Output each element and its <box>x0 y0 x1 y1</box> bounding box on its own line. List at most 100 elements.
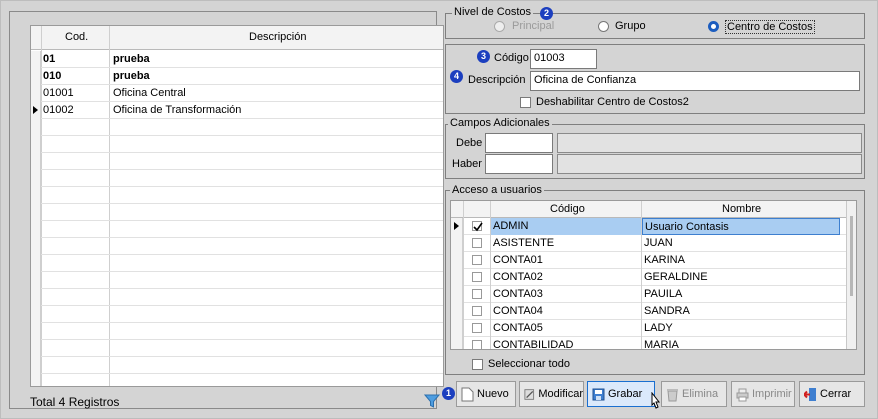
col-code-header[interactable]: Cod. <box>65 31 88 43</box>
cerrar-button[interactable]: Cerrar <box>799 381 865 407</box>
label-principal: Principal <box>512 20 555 32</box>
row-indicator <box>31 204 41 221</box>
haber-input[interactable] <box>485 154 553 174</box>
descripcion-input[interactable]: Oficina de Confianza <box>530 71 860 91</box>
col-user-name-header[interactable]: Nombre <box>722 203 761 215</box>
grid-empty-row[interactable] <box>31 357 443 374</box>
grid-empty-row[interactable] <box>31 289 443 306</box>
modificar-button[interactable]: Modificar <box>519 381 584 407</box>
cost-center-grid[interactable]: Cod. Descripción 01 prueba 010 prueba 01001 O… <box>30 25 444 387</box>
user-access-checkbox[interactable] <box>472 340 482 349</box>
check-icon <box>473 222 483 232</box>
deshabilitar-checkbox[interactable] <box>520 97 531 108</box>
row-indicator <box>31 374 41 386</box>
user-row-indicator <box>451 269 463 286</box>
user-row-indicator <box>451 303 463 320</box>
grid-row[interactable]: 01002 Oficina de Transformación <box>31 102 443 119</box>
elimina-button[interactable]: Elimina <box>661 381 727 407</box>
user-access-checkbox[interactable] <box>472 306 482 316</box>
grabar-label: Grabar <box>608 388 643 400</box>
user-code: ADMIN <box>491 218 641 235</box>
new-document-icon <box>461 387 474 401</box>
user-name: Usuario Contasis <box>642 218 840 235</box>
row-indicator <box>31 272 41 289</box>
user-row[interactable]: CONTA04 SANDRA <box>451 303 856 320</box>
users-grid[interactable]: Código Nombre ADMIN Usuario Contasis ASIST… <box>450 200 857 350</box>
grid-row[interactable]: 010 prueba <box>31 68 443 85</box>
users-grid-header: Código Nombre <box>451 201 856 218</box>
row-indicator <box>31 68 41 85</box>
campos-adicionales-title: Campos Adicionales <box>448 117 552 129</box>
grid-empty-row[interactable] <box>31 238 443 255</box>
user-access-checkbox[interactable] <box>472 255 482 265</box>
select-all-checkbox[interactable] <box>472 359 483 370</box>
user-row[interactable]: CONTA02 GERALDINE <box>451 269 856 286</box>
user-access-checkbox[interactable] <box>472 238 482 248</box>
user-row[interactable]: CONTA03 PAUILA <box>451 286 856 303</box>
filter-icon[interactable] <box>424 393 440 409</box>
grid-empty-row[interactable] <box>31 272 443 289</box>
user-row[interactable]: CONTA01 KARINA <box>451 252 856 269</box>
cost-center-list-panel: Cod. Descripción 01 prueba 010 prueba 01001 O… <box>9 11 444 409</box>
grid-header: Cod. Descripción <box>31 26 443 50</box>
window: Cod. Descripción 01 prueba 010 prueba 01001 O… <box>0 0 878 419</box>
grid-empty-row[interactable] <box>31 187 443 204</box>
step-3-badge: 3 <box>477 50 490 63</box>
col-user-code-header[interactable]: Código <box>550 203 585 215</box>
grid-empty-row[interactable] <box>31 323 443 340</box>
grid-row[interactable]: 01 prueba <box>31 51 443 68</box>
grid-row[interactable]: 01001 Oficina Central <box>31 85 443 102</box>
row-code: 01001 <box>43 87 74 99</box>
debe-description <box>557 133 862 153</box>
user-row[interactable]: ASISTENTE JUAN <box>451 235 856 252</box>
user-access-checkbox[interactable] <box>472 323 482 333</box>
step-1-badge: 1 <box>442 387 455 400</box>
grid-empty-row[interactable] <box>31 306 443 323</box>
nuevo-label: Nuevo <box>477 388 509 400</box>
modificar-label: Modificar <box>538 388 583 400</box>
grid-empty-row[interactable] <box>31 340 443 357</box>
grid-empty-row[interactable] <box>31 221 443 238</box>
label-grupo: Grupo <box>615 20 646 32</box>
user-access-checkbox[interactable] <box>472 221 483 232</box>
user-row-indicator <box>451 337 463 349</box>
grid-empty-row[interactable] <box>31 136 443 153</box>
grid-empty-row[interactable] <box>31 119 443 136</box>
row-indicator <box>31 102 41 119</box>
grid-empty-row[interactable] <box>31 170 443 187</box>
radio-centro-de-costos[interactable] <box>708 21 719 32</box>
user-name: MARIA <box>644 339 679 350</box>
radio-principal[interactable] <box>494 21 505 32</box>
debe-input[interactable] <box>485 133 553 153</box>
user-name: LADY <box>644 322 673 334</box>
radio-grupo[interactable] <box>598 21 609 32</box>
user-name: PAUILA <box>644 288 683 300</box>
grid-empty-row[interactable] <box>31 255 443 272</box>
trash-icon <box>667 388 678 401</box>
imprimir-button[interactable]: Imprimir <box>731 381 795 407</box>
user-code: ASISTENTE <box>493 237 555 249</box>
user-access-checkbox[interactable] <box>472 289 482 299</box>
row-code: 010 <box>43 70 62 82</box>
total-records: Total 4 Registros <box>30 395 120 409</box>
user-row[interactable]: ADMIN Usuario Contasis <box>451 218 856 235</box>
row-indicator <box>31 357 41 374</box>
user-row[interactable]: CONTA05 LADY <box>451 320 856 337</box>
users-scrollbar[interactable] <box>846 201 856 349</box>
row-code: 01 <box>43 53 56 65</box>
col-desc-header[interactable]: Descripción <box>249 31 306 43</box>
codigo-input[interactable]: 01003 <box>530 49 597 69</box>
nuevo-button[interactable]: Nuevo <box>456 381 516 407</box>
grabar-button[interactable]: Grabar <box>587 381 655 407</box>
grid-empty-row[interactable] <box>31 374 443 386</box>
grid-empty-row[interactable] <box>31 153 443 170</box>
user-row-indicator <box>451 286 463 303</box>
row-indicator <box>31 255 41 272</box>
row-description: prueba <box>113 70 150 82</box>
grid-empty-row[interactable] <box>31 204 443 221</box>
user-row[interactable]: CONTABILIDAD MARIA <box>451 337 856 350</box>
acceso-usuarios-title: Acceso a usuarios <box>450 184 544 196</box>
mouse-cursor-icon <box>651 392 661 409</box>
user-access-checkbox[interactable] <box>472 272 482 282</box>
nivel-costos-group: Nivel de Costos 2 Principal Grupo Centro… <box>445 6 865 39</box>
